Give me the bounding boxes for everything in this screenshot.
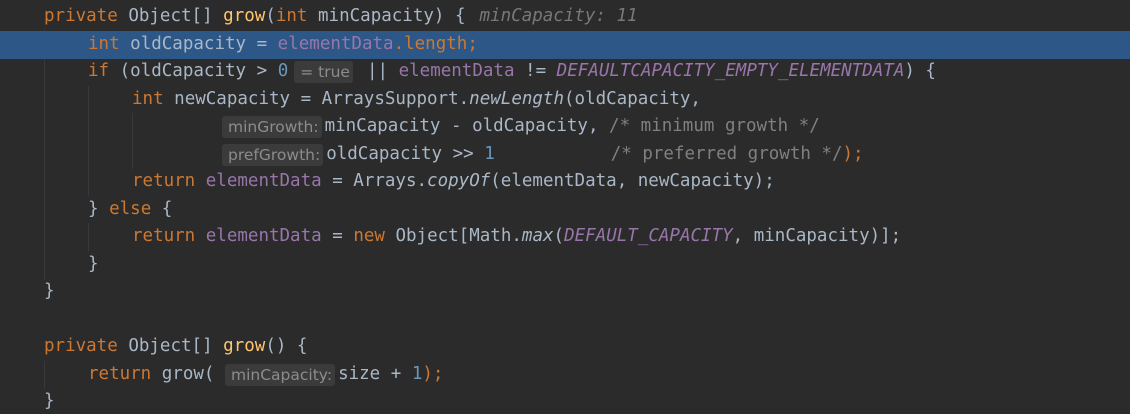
keyword-private: private: [44, 336, 118, 356]
inline-value-hint: = true: [294, 60, 353, 83]
code-line-13[interactable]: private Object[] grow() {: [0, 333, 1130, 361]
number-one: 1);: [411, 364, 444, 384]
code-line-4[interactable]: int newCapacity = ArraysSupport. newLengt…: [0, 86, 1130, 114]
old-shift: oldCapacity >>: [326, 144, 474, 164]
code-line-5[interactable]: minGrowth: minCapacity - oldCapacity, /* …: [0, 113, 1130, 141]
brace-open: {: [161, 199, 173, 219]
method-copy-of: copyOf: [427, 171, 491, 191]
comment-preferred-growth: /* preferred growth */: [610, 144, 843, 164]
paren: (: [265, 6, 276, 26]
new-capacity-decl: newCapacity = ArraysSupport.: [174, 89, 470, 109]
field-element-data: elementData: [277, 34, 394, 54]
size-plus: size +: [338, 364, 402, 384]
code-line-14[interactable]: return grow( minCapacity: size + 1);: [0, 361, 1130, 389]
code-line-8[interactable]: } else {: [0, 196, 1130, 224]
number-one: 1: [484, 144, 495, 164]
param-hint-min-growth: minGrowth:: [222, 115, 322, 138]
code-line-9[interactable]: return elementData = new Object[Math. max…: [0, 223, 1130, 251]
assign-arrays: = Arrays.: [332, 171, 428, 191]
method-max: max: [521, 226, 554, 246]
length-access: .length;: [393, 34, 478, 54]
close-brace: }: [44, 391, 55, 411]
field-element-data: elementData: [205, 226, 322, 246]
close-paren-semicolon: );: [842, 144, 864, 164]
keyword-new: new: [353, 226, 385, 246]
object-math: Object[Math.: [395, 226, 522, 246]
param-hint-min-capacity: minCapacity:: [225, 363, 336, 386]
keyword-private: private: [44, 6, 118, 26]
min-minus-old: minCapacity - oldCapacity,: [324, 116, 599, 136]
param-min-capacity: minCapacity): [318, 6, 445, 26]
code-line-10[interactable]: }: [0, 251, 1130, 279]
old-capacity-decl: oldCapacity =: [130, 34, 268, 54]
if-condition-start: (oldCapacity >: [119, 61, 268, 81]
code-line-3[interactable]: if (oldCapacity > 0 = true || elementData …: [0, 58, 1130, 86]
code-line-1[interactable]: private Object[] grow(int minCapacity) {…: [0, 3, 1130, 31]
grow-empty-signature: () {: [265, 336, 308, 356]
debug-inline-value: minCapacity: 11: [479, 6, 638, 26]
close-brace: }: [88, 199, 99, 219]
code-line-15[interactable]: }: [0, 388, 1130, 414]
comment-minimum-growth: /* minimum growth */: [609, 116, 820, 136]
method-name-grow: grow: [223, 336, 266, 356]
keyword-int: int: [88, 34, 120, 54]
keyword-else: else: [109, 199, 152, 219]
close-brace: }: [88, 254, 99, 274]
keyword-if: if: [88, 61, 110, 81]
grow-call: grow(: [161, 364, 215, 384]
field-element-data: elementData: [205, 171, 322, 191]
param-hint-pref-growth: prefGrowth:: [222, 143, 324, 166]
type-object-array: Object[]: [128, 6, 213, 26]
field-element-data: elementData: [398, 61, 515, 81]
max-args-end: , minCapacity)];: [732, 226, 902, 246]
method-name-grow: grow: [223, 6, 266, 26]
number-zero: 0: [277, 61, 289, 81]
code-line-6[interactable]: prefGrowth: oldCapacity >> 1 /* preferred…: [0, 141, 1130, 169]
assign: =: [332, 226, 343, 246]
paren: (: [553, 226, 565, 246]
brace-open: {: [455, 6, 466, 26]
method-new-length: newLength: [469, 89, 564, 109]
close-brace: }: [44, 281, 55, 301]
keyword-return: return: [88, 364, 152, 384]
type-object-array: Object[]: [128, 336, 213, 356]
code-line-11[interactable]: }: [0, 278, 1130, 306]
code-editor[interactable]: private Object[] grow(int minCapacity) {…: [0, 0, 1130, 414]
operator-or: ||: [366, 61, 389, 81]
constant-default-empty: DEFAULTCAPACITY_EMPTY_ELEMENTDATA: [556, 61, 905, 81]
new-length-args: (oldCapacity,: [564, 89, 701, 109]
keyword-int: int: [132, 89, 164, 109]
close-paren-brace: ) {: [904, 61, 936, 81]
code-line-7[interactable]: return elementData = Arrays. copyOf (eleme…: [0, 168, 1130, 196]
operator-neq: !=: [525, 61, 547, 81]
keyword-return: return: [132, 226, 196, 246]
constant-default-capacity: DEFAULT_CAPACITY: [564, 226, 733, 246]
keyword-int: int: [275, 6, 308, 26]
keyword-return: return: [132, 171, 196, 191]
code-line-2-current[interactable]: int oldCapacity = elementData .length;: [0, 31, 1130, 59]
copy-of-args: (elementData, newCapacity);: [490, 171, 775, 191]
